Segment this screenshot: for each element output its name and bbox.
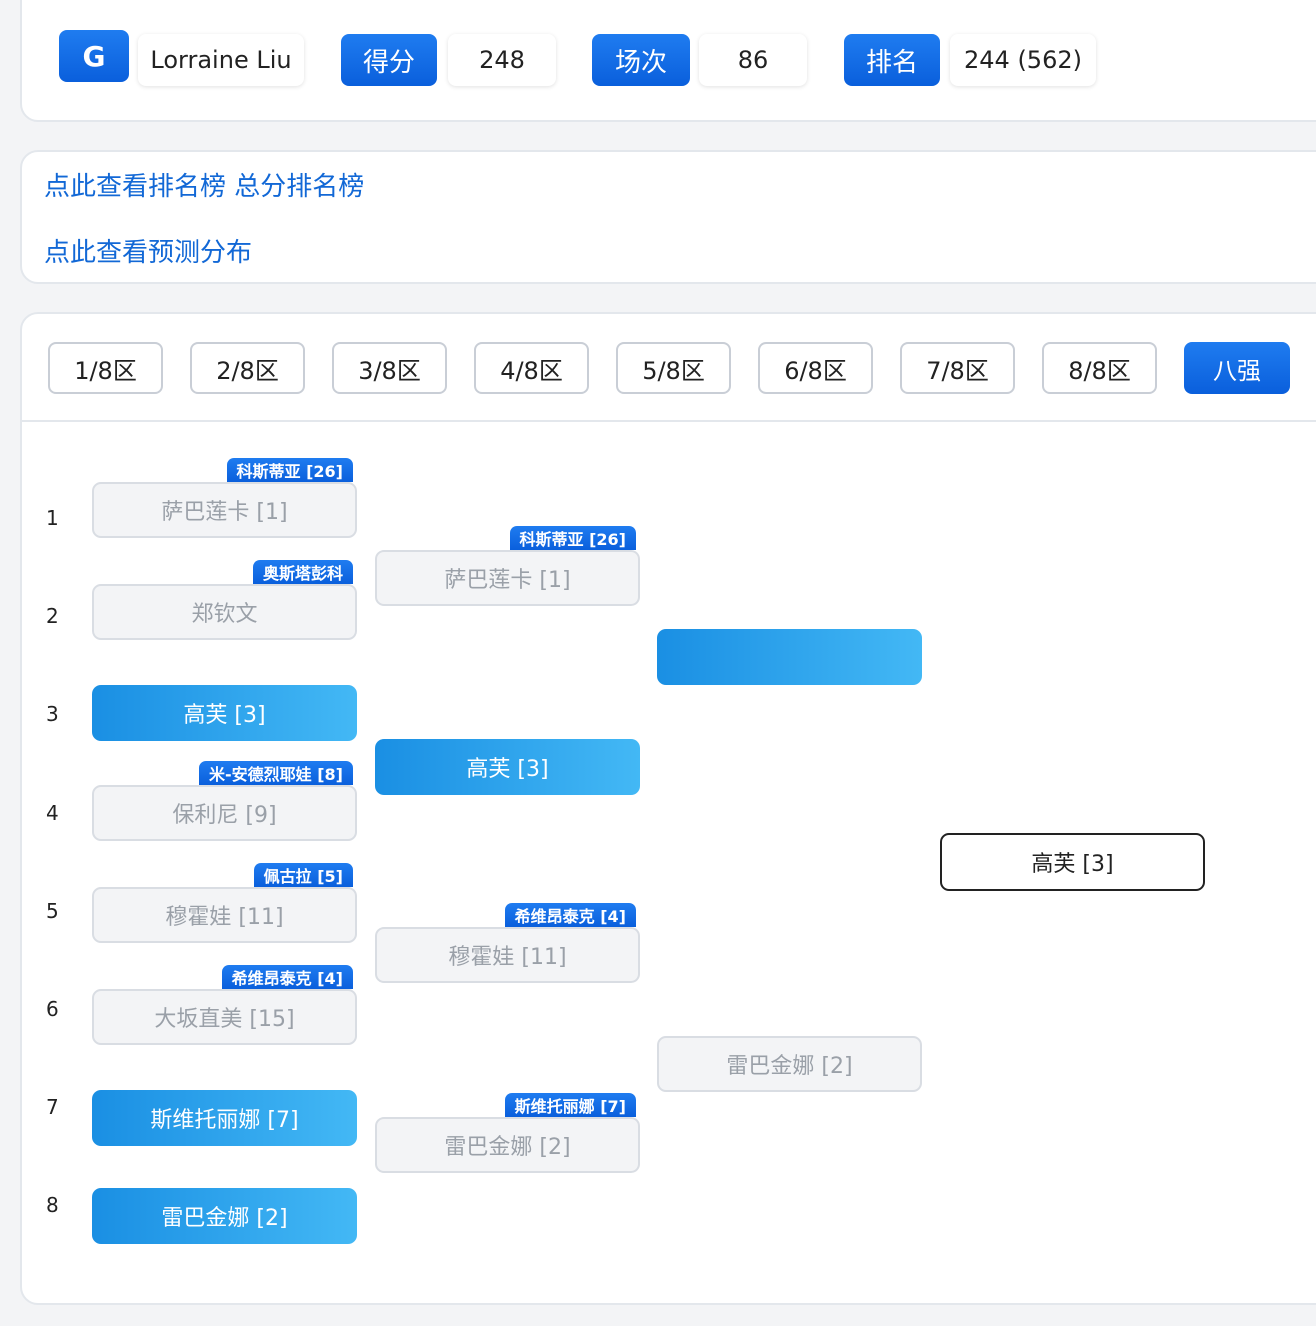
tab-quarterfinals[interactable]: 八强 [1184, 342, 1290, 394]
logo-badge: G [59, 30, 129, 82]
seed-number: 6 [46, 997, 59, 1021]
r1-slot-8[interactable]: 雷巴金娜 [2] [92, 1188, 357, 1244]
seed-number: 7 [46, 1095, 59, 1119]
tab-7-8[interactable]: 7/8区 [900, 342, 1015, 394]
seed-number: 3 [46, 702, 59, 726]
rank-label: 排名 [844, 34, 940, 86]
opponent-tag: 科斯蒂亚 [26] [509, 526, 636, 550]
opponent-tag: 米-安德烈耶娃 [8] [199, 761, 353, 785]
tab-8-8[interactable]: 8/8区 [1042, 342, 1157, 394]
opponent-tag: 奥斯塔彭科 [252, 560, 353, 584]
matches-label: 场次 [592, 34, 690, 86]
user-name: Lorraine Liu [138, 34, 304, 86]
header-card: G Lorraine Liu 得分 248 场次 86 排名 244 (562) [20, 0, 1316, 122]
tab-3-8[interactable]: 3/8区 [332, 342, 447, 394]
r1-slot-5[interactable]: 穆霍娃 [11] [92, 887, 357, 943]
r1-slot-7[interactable]: 斯维托丽娜 [7] [92, 1090, 357, 1146]
ranking-link[interactable]: 点此查看排名榜 总分排名榜 [44, 166, 364, 203]
r1-slot-4[interactable]: 保利尼 [9] [92, 785, 357, 841]
opponent-tag: 科斯蒂亚 [26] [226, 458, 353, 482]
tab-4-8[interactable]: 4/8区 [474, 342, 589, 394]
opponent-tag: 希维昂泰克 [4] [221, 965, 353, 989]
seed-number: 4 [46, 801, 59, 825]
seed-number: 8 [46, 1193, 59, 1217]
score-label: 得分 [341, 34, 437, 86]
opponent-tag: 斯维托丽娜 [7] [504, 1093, 636, 1117]
bracket-card: 1/8区 2/8区 3/8区 4/8区 5/8区 6/8区 7/8区 8/8区 … [20, 312, 1316, 1305]
r2-slot-2[interactable]: 高芙 [3] [375, 739, 640, 795]
links-card: 点此查看排名榜 总分排名榜 点此查看预测分布 [20, 150, 1316, 284]
seed-number: 5 [46, 899, 59, 923]
r3-slot-2[interactable]: 雷巴金娜 [2] [657, 1036, 922, 1092]
matches-value: 86 [699, 34, 807, 86]
r1-slot-1[interactable]: 萨巴莲卡 [1] [92, 482, 357, 538]
r1-slot-6[interactable]: 大坂直美 [15] [92, 989, 357, 1045]
tab-1-8[interactable]: 1/8区 [48, 342, 163, 394]
tab-6-8[interactable]: 6/8区 [758, 342, 873, 394]
r3-slot-1[interactable] [657, 629, 922, 685]
r2-slot-4[interactable]: 雷巴金娜 [2] [375, 1117, 640, 1173]
r1-slot-3[interactable]: 高芙 [3] [92, 685, 357, 741]
tab-5-8[interactable]: 5/8区 [616, 342, 731, 394]
opponent-tag: 希维昂泰克 [4] [504, 903, 636, 927]
r2-slot-3[interactable]: 穆霍娃 [11] [375, 927, 640, 983]
distribution-link[interactable]: 点此查看预测分布 [44, 232, 252, 269]
seed-number: 1 [46, 506, 59, 530]
final-slot[interactable]: 高芙 [3] [940, 833, 1205, 891]
tab-2-8[interactable]: 2/8区 [190, 342, 305, 394]
r2-slot-1[interactable]: 萨巴莲卡 [1] [375, 550, 640, 606]
r1-slot-2[interactable]: 郑钦文 [92, 584, 357, 640]
score-value: 248 [448, 34, 556, 86]
opponent-tag: 佩古拉 [5] [253, 863, 353, 887]
seed-number: 2 [46, 604, 59, 628]
rank-value: 244 (562) [950, 34, 1096, 86]
tabs-divider [22, 420, 1316, 422]
